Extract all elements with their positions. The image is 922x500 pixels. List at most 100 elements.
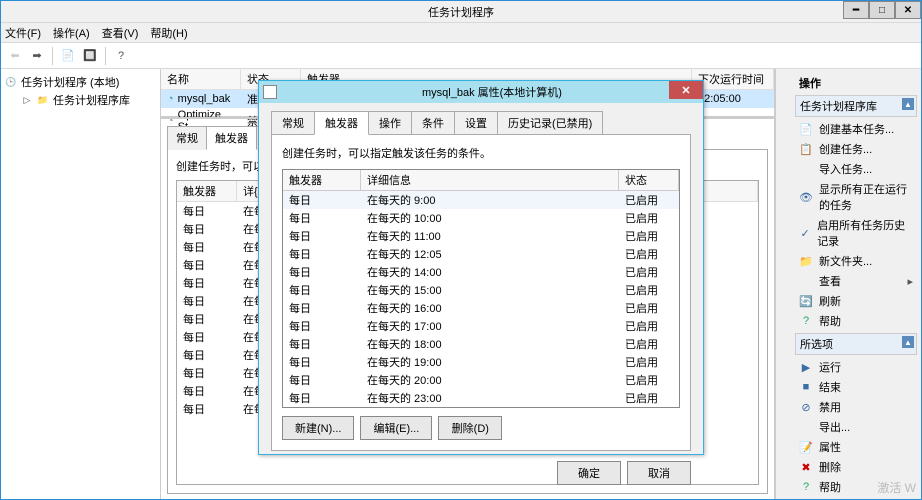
actions-pane: 操作 任务计划程序库▲ 📄创建基本任务...📋创建任务... 导入任务...👁显… [791, 69, 921, 499]
new-button[interactable]: 新建(N)... [282, 416, 354, 440]
collapse-icon[interactable]: ▲ [902, 336, 914, 348]
maximize-button[interactable]: □ [869, 1, 895, 19]
action-item[interactable]: ?帮助 [795, 311, 917, 331]
col-name[interactable]: 名称 [161, 69, 241, 89]
chevron-right-icon: ▷ [21, 94, 33, 106]
dialog-tabs: 常规 触发器 操作 条件 设置 历史记录(已禁用) [271, 111, 691, 135]
actions-section-library: 任务计划程序库▲ [795, 95, 917, 117]
action-item[interactable]: 查看▸ [795, 271, 917, 291]
action-icon: ▶ [799, 360, 813, 374]
ok-button[interactable]: 确定 [557, 461, 621, 485]
dlg-tab-settings[interactable]: 设置 [454, 111, 498, 135]
delete-button[interactable]: 删除(D) [438, 416, 502, 440]
tree-root[interactable]: 🕒任务计划程序 (本地) [5, 73, 156, 91]
col-status[interactable]: 状态 [619, 170, 679, 191]
separator [52, 47, 53, 65]
tab-general[interactable]: 常规 [167, 126, 207, 150]
action-icon [799, 420, 813, 434]
menu-view[interactable]: 查看(V) [102, 25, 139, 41]
activation-watermark: 激活 W [877, 479, 916, 496]
action-item[interactable]: ✖删除 [795, 457, 917, 477]
trigger-row[interactable]: 每日在每天的 18:00已启用 [283, 335, 679, 353]
action-icon[interactable]: 📄 [58, 46, 78, 66]
dlg-tab-history[interactable]: 历史记录(已禁用) [497, 111, 603, 135]
trigger-row[interactable]: 每日在每天的 14:00已启用 [283, 263, 679, 281]
refresh-icon[interactable]: 🔲 [80, 46, 100, 66]
trigger-row[interactable]: 每日在每天的 17:00已启用 [283, 317, 679, 335]
window-title: 任务计划程序 [428, 4, 494, 20]
menu-action[interactable]: 操作(A) [53, 25, 90, 41]
tab-triggers[interactable]: 触发器 [206, 126, 257, 150]
action-item[interactable]: 📁新文件夹... [795, 251, 917, 271]
dialog-close-button[interactable]: ✕ [669, 81, 703, 99]
trigger-row[interactable]: 每日在每天的 11:00已启用 [283, 227, 679, 245]
menu-help[interactable]: 帮助(H) [150, 25, 187, 41]
tree-library[interactable]: ▷📁任务计划程序库 [5, 91, 156, 109]
edit-button[interactable]: 编辑(E)... [360, 416, 432, 440]
action-item[interactable]: ▶运行 [795, 357, 917, 377]
task-icon: ◔ [167, 93, 174, 105]
dialog-body: 常规 触发器 操作 条件 设置 历史记录(已禁用) 创建任务时，可以指定触发该任… [259, 103, 703, 454]
trigger-row[interactable]: 每日在每天的 10:00已启用 [283, 209, 679, 227]
action-icon: ? [799, 480, 813, 494]
collapse-icon[interactable]: ▲ [902, 98, 914, 110]
action-item[interactable]: ⊘禁用 [795, 397, 917, 417]
dlg-tab-general[interactable]: 常规 [271, 111, 315, 135]
action-icon [799, 162, 813, 176]
action-icon: 📋 [799, 142, 813, 156]
action-icon: 🔄 [799, 294, 813, 308]
col-detail[interactable]: 详细信息 [361, 170, 619, 191]
trigger-row[interactable]: 每日在每天的 16:00已启用 [283, 299, 679, 317]
dialog-commit-buttons: 确定 取消 [271, 461, 691, 485]
action-item[interactable]: 🔄刷新 [795, 291, 917, 311]
trigger-row[interactable]: 每日在每天的 20:00已启用 [283, 371, 679, 389]
action-item[interactable]: 📄创建基本任务... [795, 119, 917, 139]
col-trigger[interactable]: 触发器 [177, 181, 237, 202]
dialog-table-header: 触发器 详细信息 状态 [283, 170, 679, 191]
cancel-button[interactable]: 取消 [627, 461, 691, 485]
trigger-row[interactable]: 每日在每天的 9:00已启用 [283, 191, 679, 209]
help-icon[interactable]: ? [111, 46, 131, 66]
dlg-tab-actions[interactable]: 操作 [368, 111, 412, 135]
trigger-row[interactable]: 每日在每天的 23:00已启用 [283, 389, 679, 407]
close-button[interactable]: ✕ [895, 1, 921, 19]
trigger-row[interactable]: 每日在每天的 19:00已启用 [283, 353, 679, 371]
dialog-trigger-table[interactable]: 触发器 详细信息 状态 每日在每天的 9:00已启用每日在每天的 10:00已启… [282, 169, 680, 408]
action-icon: ? [799, 314, 813, 328]
dlg-tab-conditions[interactable]: 条件 [411, 111, 455, 135]
col-trigger[interactable]: 触发器 [283, 170, 361, 191]
action-item[interactable]: 导出... [795, 417, 917, 437]
clock-icon: 🕒 [5, 76, 17, 88]
action-item[interactable]: 👁显示所有正在运行的任务 [795, 179, 917, 215]
action-item[interactable]: ✓启用所有任务历史记录 [795, 215, 917, 251]
trigger-row[interactable]: 每日在每天的 15:00已启用 [283, 281, 679, 299]
dialog-tab-body: 创建任务时，可以指定触发该任务的条件。 触发器 详细信息 状态 每日在每天的 9… [271, 134, 691, 451]
menu-file[interactable]: 文件(F) [5, 25, 41, 41]
trigger-row[interactable]: 每日在每天的 12:05已启用 [283, 245, 679, 263]
action-icon: ✖ [799, 460, 813, 474]
action-item[interactable]: 📝属性 [795, 437, 917, 457]
dialog-action-buttons: 新建(N)... 编辑(E)... 删除(D) [282, 416, 680, 440]
tool-bar: ⬅ ➡ 📄 🔲 ? [1, 43, 921, 69]
chevron-right-icon: ▸ [907, 275, 913, 288]
action-icon [799, 274, 813, 288]
separator [105, 47, 106, 65]
action-icon: ■ [799, 380, 813, 394]
app-icon [263, 85, 277, 99]
col-nextrun[interactable]: 下次运行时间 [692, 69, 774, 89]
dlg-tab-triggers[interactable]: 触发器 [314, 111, 369, 135]
dialog-title: mysql_bak 属性(本地计算机) [281, 84, 703, 100]
action-icon: ✓ [799, 226, 811, 240]
forward-icon[interactable]: ➡ [27, 46, 47, 66]
action-item[interactable]: 📋创建任务... [795, 139, 917, 159]
dialog-title-bar[interactable]: mysql_bak 属性(本地计算机) ✕ [259, 81, 703, 103]
back-icon[interactable]: ⬅ [5, 46, 25, 66]
scrollbar[interactable] [775, 69, 791, 499]
action-icon: 📁 [799, 254, 813, 268]
tree-pane: 🕒任务计划程序 (本地) ▷📁任务计划程序库 [1, 69, 161, 499]
action-icon: 👁 [799, 190, 813, 204]
window-controls: ━ □ ✕ [843, 1, 921, 19]
action-item[interactable]: 导入任务... [795, 159, 917, 179]
minimize-button[interactable]: ━ [843, 1, 869, 19]
action-item[interactable]: ■结束 [795, 377, 917, 397]
